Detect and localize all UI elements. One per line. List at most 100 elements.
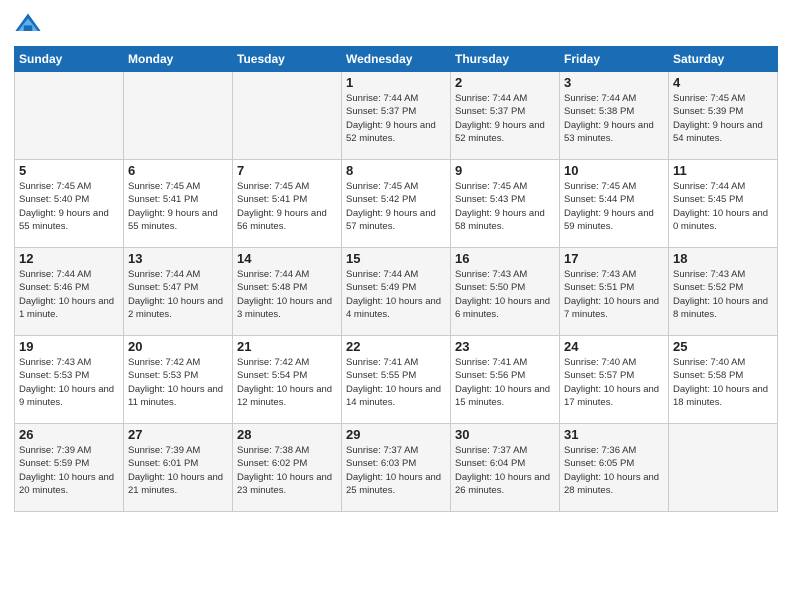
day-info: Sunrise: 7:44 AM Sunset: 5:46 PM Dayligh… [19, 268, 119, 321]
calendar-cell: 5 Sunrise: 7:45 AM Sunset: 5:40 PM Daylig… [15, 160, 124, 248]
weekday-header-wednesday: Wednesday [342, 47, 451, 72]
day-info: Sunrise: 7:45 AM Sunset: 5:39 PM Dayligh… [673, 92, 773, 145]
calendar-cell: 23 Sunrise: 7:41 AM Sunset: 5:56 PM Dayli… [451, 336, 560, 424]
calendar-week-1: 1 Sunrise: 7:44 AM Sunset: 5:37 PM Daylig… [15, 72, 778, 160]
day-info: Sunrise: 7:44 AM Sunset: 5:37 PM Dayligh… [346, 92, 446, 145]
calendar-cell: 15 Sunrise: 7:44 AM Sunset: 5:49 PM Dayli… [342, 248, 451, 336]
day-info: Sunrise: 7:45 AM Sunset: 5:42 PM Dayligh… [346, 180, 446, 233]
day-number: 29 [346, 427, 446, 442]
calendar-week-5: 26 Sunrise: 7:39 AM Sunset: 5:59 PM Dayli… [15, 424, 778, 512]
day-info: Sunrise: 7:42 AM Sunset: 5:53 PM Dayligh… [128, 356, 228, 409]
calendar-cell: 31 Sunrise: 7:36 AM Sunset: 6:05 PM Dayli… [560, 424, 669, 512]
day-number: 3 [564, 75, 664, 90]
day-number: 10 [564, 163, 664, 178]
calendar-cell: 29 Sunrise: 7:37 AM Sunset: 6:03 PM Dayli… [342, 424, 451, 512]
calendar-cell: 6 Sunrise: 7:45 AM Sunset: 5:41 PM Daylig… [124, 160, 233, 248]
day-info: Sunrise: 7:45 AM Sunset: 5:41 PM Dayligh… [128, 180, 228, 233]
calendar-cell: 27Sunrise: 7:39 AM Sunset: 6:01 PM Dayli… [124, 424, 233, 512]
calendar-cell: 25 Sunrise: 7:40 AM Sunset: 5:58 PM Dayli… [669, 336, 778, 424]
day-info: Sunrise: 7:45 AM Sunset: 5:43 PM Dayligh… [455, 180, 555, 233]
calendar-table: SundayMondayTuesdayWednesdayThursdayFrid… [14, 46, 778, 512]
day-info: Sunrise: 7:45 AM Sunset: 5:40 PM Dayligh… [19, 180, 119, 233]
calendar-cell: 1 Sunrise: 7:44 AM Sunset: 5:37 PM Daylig… [342, 72, 451, 160]
calendar-cell: 18Sunrise: 7:43 AM Sunset: 5:52 PM Dayli… [669, 248, 778, 336]
weekday-header-saturday: Saturday [669, 47, 778, 72]
day-info: Sunrise: 7:36 AM Sunset: 6:05 PM Dayligh… [564, 444, 664, 497]
weekday-header-row: SundayMondayTuesdayWednesdayThursdayFrid… [15, 47, 778, 72]
day-number: 30 [455, 427, 555, 442]
day-number: 14 [237, 251, 337, 266]
day-info: Sunrise: 7:44 AM Sunset: 5:38 PM Dayligh… [564, 92, 664, 145]
day-number: 28 [237, 427, 337, 442]
day-info: Sunrise: 7:39 AM Sunset: 5:59 PM Dayligh… [19, 444, 119, 497]
day-info: Sunrise: 7:40 AM Sunset: 5:57 PM Dayligh… [564, 356, 664, 409]
calendar-cell: 28 Sunrise: 7:38 AM Sunset: 6:02 PM Dayli… [233, 424, 342, 512]
day-number: 21 [237, 339, 337, 354]
day-number: 22 [346, 339, 446, 354]
day-number: 7 [237, 163, 337, 178]
calendar-cell: 30 Sunrise: 7:37 AM Sunset: 6:04 PM Dayli… [451, 424, 560, 512]
calendar-cell [233, 72, 342, 160]
day-number: 24 [564, 339, 664, 354]
page-header [14, 10, 778, 38]
day-number: 19 [19, 339, 119, 354]
calendar-week-4: 19 Sunrise: 7:43 AM Sunset: 5:53 PM Dayli… [15, 336, 778, 424]
day-number: 4 [673, 75, 773, 90]
day-info: Sunrise: 7:43 AM Sunset: 5:51 PM Dayligh… [564, 268, 664, 321]
day-info: Sunrise: 7:44 AM Sunset: 5:48 PM Dayligh… [237, 268, 337, 321]
day-number: 27 [128, 427, 228, 442]
day-number: 26 [19, 427, 119, 442]
day-number: 25 [673, 339, 773, 354]
calendar-cell: 4 Sunrise: 7:45 AM Sunset: 5:39 PM Daylig… [669, 72, 778, 160]
day-number: 12 [19, 251, 119, 266]
calendar-cell: 20 Sunrise: 7:42 AM Sunset: 5:53 PM Dayli… [124, 336, 233, 424]
calendar-cell: 22 Sunrise: 7:41 AM Sunset: 5:55 PM Dayli… [342, 336, 451, 424]
day-number: 31 [564, 427, 664, 442]
calendar-cell: 12 Sunrise: 7:44 AM Sunset: 5:46 PM Dayli… [15, 248, 124, 336]
day-info: Sunrise: 7:40 AM Sunset: 5:58 PM Dayligh… [673, 356, 773, 409]
calendar-cell: 8 Sunrise: 7:45 AM Sunset: 5:42 PM Daylig… [342, 160, 451, 248]
calendar-cell: 10 Sunrise: 7:45 AM Sunset: 5:44 PM Dayli… [560, 160, 669, 248]
day-info: Sunrise: 7:41 AM Sunset: 5:56 PM Dayligh… [455, 356, 555, 409]
day-info: Sunrise: 7:45 AM Sunset: 5:41 PM Dayligh… [237, 180, 337, 233]
day-info: Sunrise: 7:38 AM Sunset: 6:02 PM Dayligh… [237, 444, 337, 497]
day-number: 8 [346, 163, 446, 178]
day-number: 1 [346, 75, 446, 90]
calendar-week-2: 5 Sunrise: 7:45 AM Sunset: 5:40 PM Daylig… [15, 160, 778, 248]
day-number: 6 [128, 163, 228, 178]
calendar-cell: 3 Sunrise: 7:44 AM Sunset: 5:38 PM Daylig… [560, 72, 669, 160]
calendar-cell: 14 Sunrise: 7:44 AM Sunset: 5:48 PM Dayli… [233, 248, 342, 336]
day-info: Sunrise: 7:37 AM Sunset: 6:03 PM Dayligh… [346, 444, 446, 497]
day-info: Sunrise: 7:37 AM Sunset: 6:04 PM Dayligh… [455, 444, 555, 497]
day-info: Sunrise: 7:44 AM Sunset: 5:45 PM Dayligh… [673, 180, 773, 233]
page-container: SundayMondayTuesdayWednesdayThursdayFrid… [0, 0, 792, 522]
day-info: Sunrise: 7:44 AM Sunset: 5:49 PM Dayligh… [346, 268, 446, 321]
calendar-cell: 16Sunrise: 7:43 AM Sunset: 5:50 PM Dayli… [451, 248, 560, 336]
logo-icon [14, 10, 42, 38]
day-info: Sunrise: 7:43 AM Sunset: 5:52 PM Dayligh… [673, 268, 773, 321]
day-info: Sunrise: 7:44 AM Sunset: 5:37 PM Dayligh… [455, 92, 555, 145]
calendar-week-3: 12 Sunrise: 7:44 AM Sunset: 5:46 PM Dayli… [15, 248, 778, 336]
calendar-cell: 26 Sunrise: 7:39 AM Sunset: 5:59 PM Dayli… [15, 424, 124, 512]
day-number: 11 [673, 163, 773, 178]
calendar-cell [124, 72, 233, 160]
day-info: Sunrise: 7:44 AM Sunset: 5:47 PM Dayligh… [128, 268, 228, 321]
day-number: 23 [455, 339, 555, 354]
calendar-cell: 2Sunrise: 7:44 AM Sunset: 5:37 PM Daylig… [451, 72, 560, 160]
day-number: 9 [455, 163, 555, 178]
weekday-header-friday: Friday [560, 47, 669, 72]
weekday-header-tuesday: Tuesday [233, 47, 342, 72]
day-info: Sunrise: 7:43 AM Sunset: 5:50 PM Dayligh… [455, 268, 555, 321]
calendar-cell [669, 424, 778, 512]
calendar-cell: 17Sunrise: 7:43 AM Sunset: 5:51 PM Dayli… [560, 248, 669, 336]
weekday-header-monday: Monday [124, 47, 233, 72]
day-number: 15 [346, 251, 446, 266]
day-info: Sunrise: 7:43 AM Sunset: 5:53 PM Dayligh… [19, 356, 119, 409]
weekday-header-sunday: Sunday [15, 47, 124, 72]
day-number: 5 [19, 163, 119, 178]
day-number: 20 [128, 339, 228, 354]
day-number: 13 [128, 251, 228, 266]
day-info: Sunrise: 7:41 AM Sunset: 5:55 PM Dayligh… [346, 356, 446, 409]
day-info: Sunrise: 7:45 AM Sunset: 5:44 PM Dayligh… [564, 180, 664, 233]
calendar-cell [15, 72, 124, 160]
